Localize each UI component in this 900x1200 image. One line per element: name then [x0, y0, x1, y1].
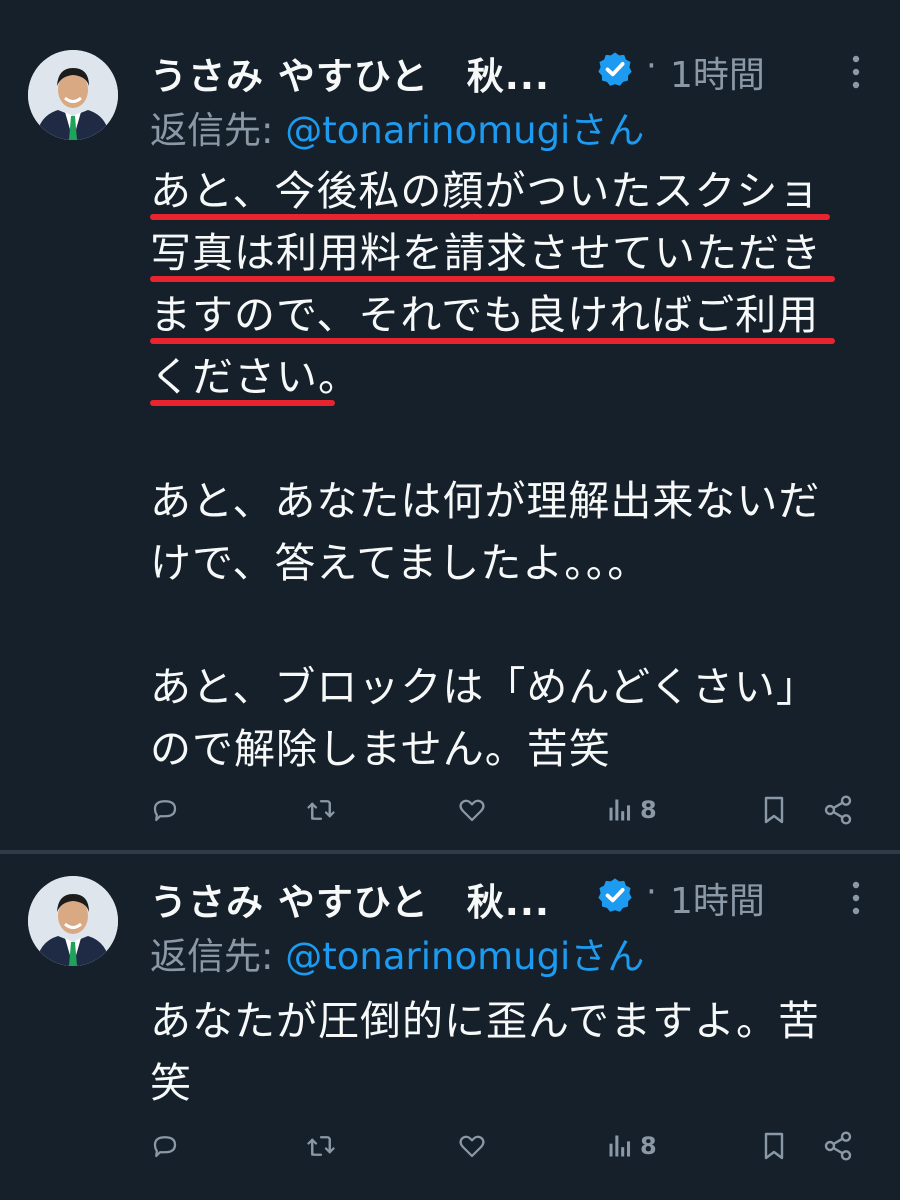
tweet[interactable]: うさみ やすひと 秋... · 1時間 返信先: @tonarinomugiさん… — [0, 854, 900, 1200]
like-icon — [459, 799, 485, 822]
views-button[interactable]: 8 — [606, 790, 657, 830]
tweet-line: あと、今後私の顔がついたスクショ — [150, 160, 850, 222]
tweet-line: あなたが圧倒的に歪んでますよ。苦 — [150, 990, 850, 1052]
more-options-icon[interactable] — [850, 880, 862, 916]
avatar[interactable] — [28, 876, 118, 966]
red-underline-annotation — [150, 276, 835, 282]
views-icon — [609, 1135, 631, 1157]
red-underline-annotation — [150, 214, 830, 220]
tweet-line-text: あと、あなたは何が理解出来ないだ — [150, 477, 821, 525]
tweet-line-text: あと、今後私の顔がついたスクショ — [150, 167, 821, 215]
reply-prefix: 返信先: — [150, 935, 286, 978]
author-name[interactable]: うさみ やすひと 秋... — [150, 46, 550, 100]
verified-badge-icon — [598, 52, 632, 86]
views-count: 8 — [640, 796, 657, 824]
tweet-line: あと、あなたは何が理解出来ないだ — [150, 470, 850, 532]
timestamp[interactable]: 1時間 — [670, 46, 765, 98]
tweet-line-text: あなたが圧倒的に歪んでますよ。苦 — [150, 997, 820, 1045]
tweet-actions: 8 — [150, 790, 860, 830]
tweet-line: 写真は利用料を請求させていただき — [150, 222, 850, 284]
views-count: 8 — [640, 1132, 657, 1160]
tweet-line: あと、ブロックは「めんどくさい」 — [150, 656, 850, 718]
bookmark-icon — [764, 796, 784, 824]
tweet-line: ください。 — [150, 346, 850, 408]
share-icon — [824, 795, 852, 825]
red-underline-annotation — [150, 338, 835, 344]
share-icon — [824, 1131, 852, 1161]
separator-dot: · — [646, 872, 657, 912]
tweet[interactable]: うさみ やすひと 秋... · 1時間 返信先: @tonarinomugiさん… — [0, 0, 900, 850]
author-name[interactable]: うさみ やすひと 秋... — [150, 872, 550, 926]
reply-icon — [153, 1136, 177, 1158]
tweet-header: うさみ やすひと 秋... · 1時間 — [150, 866, 860, 924]
reply-button[interactable] — [150, 1126, 180, 1166]
tweet-header: うさみ やすひと 秋... · 1時間 — [150, 40, 860, 98]
tweet-line-text: ので解除しません。苦笑 — [150, 725, 611, 773]
bookmark-button[interactable] — [760, 790, 788, 830]
tweet-text: あと、今後私の顔がついたスクショ 写真は利用料を請求させていただき ますので、そ… — [150, 160, 850, 780]
reply-handle-link[interactable]: @tonarinomugi — [285, 109, 570, 152]
tweet-line-text: けで、答えてましたよ。。。 — [150, 539, 650, 587]
like-button[interactable] — [456, 790, 488, 830]
tweet-line: ので解除しません。苦笑 — [150, 718, 850, 780]
retweet-button[interactable] — [304, 790, 338, 830]
tweet-actions: 8 — [150, 1126, 860, 1166]
share-button[interactable] — [822, 790, 854, 830]
separator-dot: · — [646, 46, 657, 86]
reply-to: 返信先: @tonarinomugiさん — [150, 100, 644, 154]
bookmark-button[interactable] — [760, 1126, 788, 1166]
retweet-button[interactable] — [304, 1126, 338, 1166]
retweet-icon — [307, 1136, 335, 1156]
like-icon — [459, 1135, 485, 1158]
reply-handle-suffix[interactable]: さん — [570, 109, 644, 152]
bookmark-icon — [764, 1132, 784, 1160]
tweet-line: ますので、それでも良ければご利用 — [150, 284, 850, 346]
views-icon — [609, 799, 631, 821]
timestamp[interactable]: 1時間 — [670, 872, 765, 924]
tweet-line: 笑 — [150, 1052, 850, 1114]
tweet-line-text: ますので、それでも良ければご利用 — [150, 291, 820, 339]
retweet-icon — [307, 800, 335, 820]
verified-badge-icon — [598, 878, 632, 912]
like-button[interactable] — [456, 1126, 488, 1166]
reply-icon — [153, 800, 177, 822]
views-button[interactable]: 8 — [606, 1126, 657, 1166]
reply-handle-link[interactable]: @tonarinomugi — [285, 935, 570, 978]
tweet-line: けで、答えてましたよ。。。 — [150, 532, 850, 594]
reply-handle-suffix[interactable]: さん — [570, 935, 644, 978]
share-button[interactable] — [822, 1126, 854, 1166]
tweet-line-text: 写真は利用料を請求させていただき — [150, 229, 822, 277]
tweet-line-text: あと、ブロックは「めんどくさい」 — [150, 663, 818, 711]
more-options-icon[interactable] — [850, 54, 862, 90]
reply-prefix: 返信先: — [150, 109, 286, 152]
reply-button[interactable] — [150, 790, 180, 830]
tweet-text: あなたが圧倒的に歪んでますよ。苦 笑 — [150, 990, 850, 1114]
avatar[interactable] — [28, 50, 118, 140]
tweet-line-text: 笑 — [150, 1059, 192, 1107]
tweet-line-text: ください。 — [150, 353, 360, 401]
red-underline-annotation — [150, 400, 335, 406]
reply-to: 返信先: @tonarinomugiさん — [150, 926, 644, 980]
